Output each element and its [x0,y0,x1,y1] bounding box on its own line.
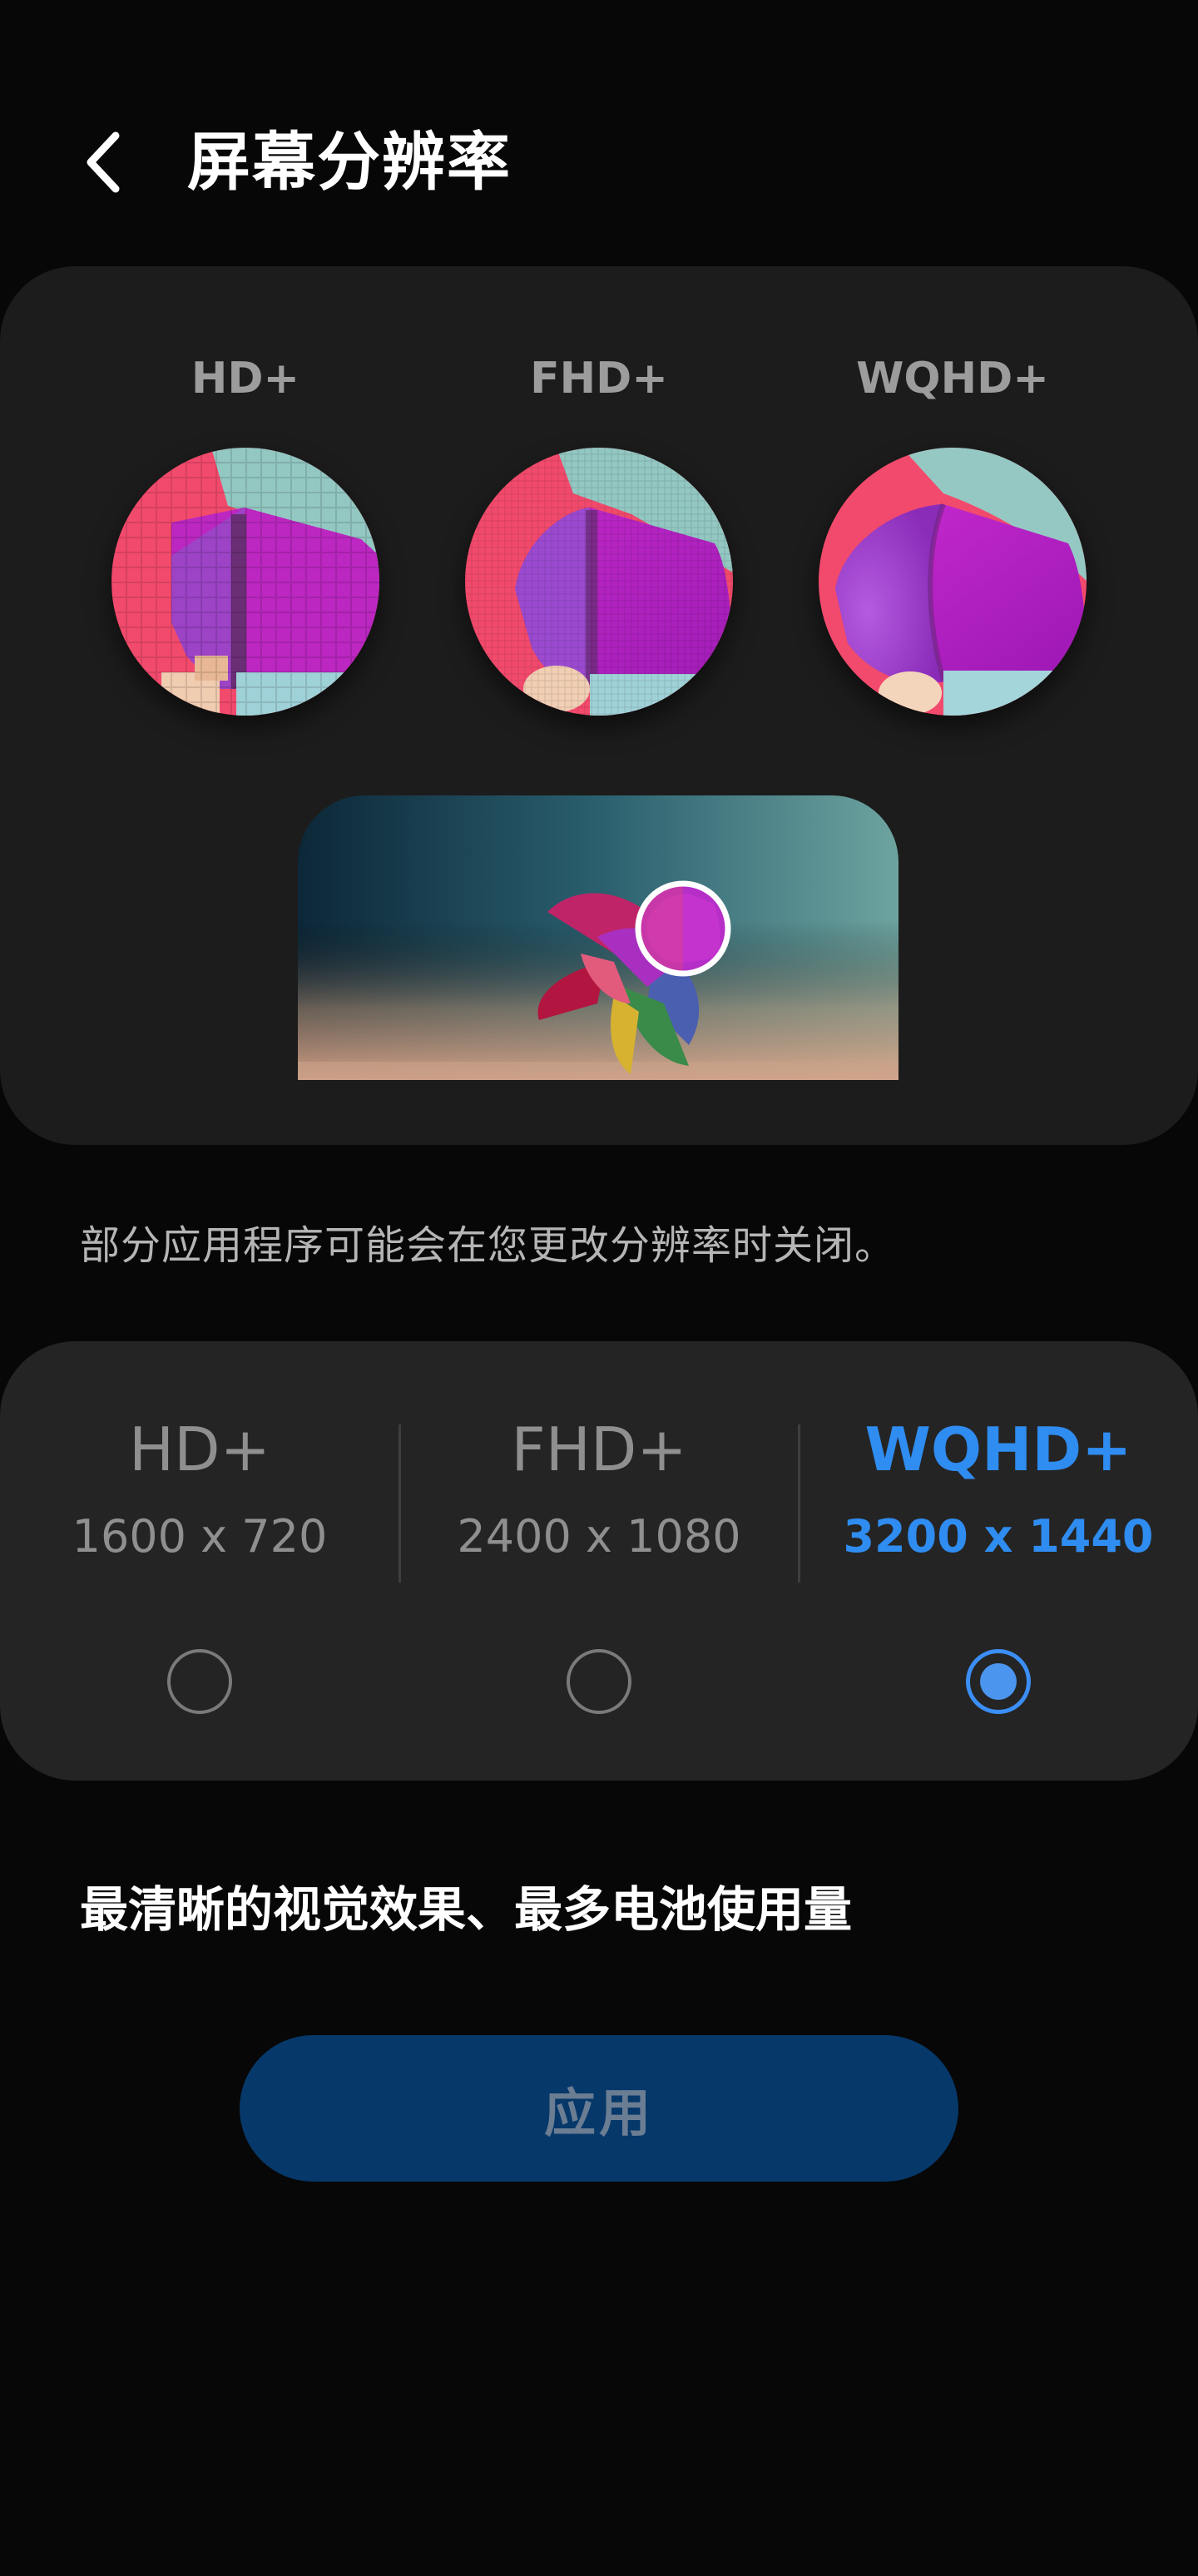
option-hd-name: HD+ [129,1414,270,1484]
option-wqhd-name: WQHD+ [864,1414,1132,1484]
selected-resolution-description: 最清晰的视觉效果、最多电池使用量 [80,1881,853,1938]
page-title: 屏幕分辨率 [187,125,512,199]
radio-hd[interactable] [167,1649,232,1714]
option-wqhd[interactable]: WQHD+ 3200 x 1440 [799,1408,1198,1566]
resolution-options-card: HD+ 1600 x 720 FHD+ 2400 x 1080 WQHD+ 32… [0,1341,1198,1781]
option-fhd-name: FHD+ [511,1414,687,1484]
preview-wqhd: WQHD+ [815,349,1090,716]
preview-zoom-hd [111,448,379,716]
apply-button[interactable]: 应用 [240,2035,958,2182]
preview-fhd: FHD+ [462,349,736,716]
app-header: 屏幕分辨率 [0,100,1198,225]
back-button[interactable] [58,116,150,208]
option-fhd-resolution: 2400 x 1080 [457,1510,741,1563]
preview-label-hd: HD+ [191,354,300,404]
option-hd-resolution: 1600 x 720 [72,1510,328,1563]
preview-hd: HD+ [108,349,383,716]
radio-wqhd[interactable] [966,1649,1031,1714]
option-hd[interactable]: HD+ 1600 x 720 [0,1408,399,1566]
preview-zoom-wqhd [819,448,1087,716]
preview-label-wqhd: WQHD+ [856,354,1049,404]
preview-scene-image [298,795,898,1080]
preview-label-fhd: FHD+ [530,354,668,404]
chevron-left-icon [87,131,120,193]
preview-zoom-fhd [465,448,733,716]
option-wqhd-resolution: 3200 x 1440 [843,1510,1154,1563]
change-warning-note: 部分应用程序可能会在您更改分辨率时关闭。 [80,1222,896,1269]
option-fhd[interactable]: FHD+ 2400 x 1080 [399,1408,799,1566]
resolution-preview-card: HD+ FHD+ WQHD+ [0,266,1198,1145]
radio-fhd[interactable] [567,1649,631,1714]
